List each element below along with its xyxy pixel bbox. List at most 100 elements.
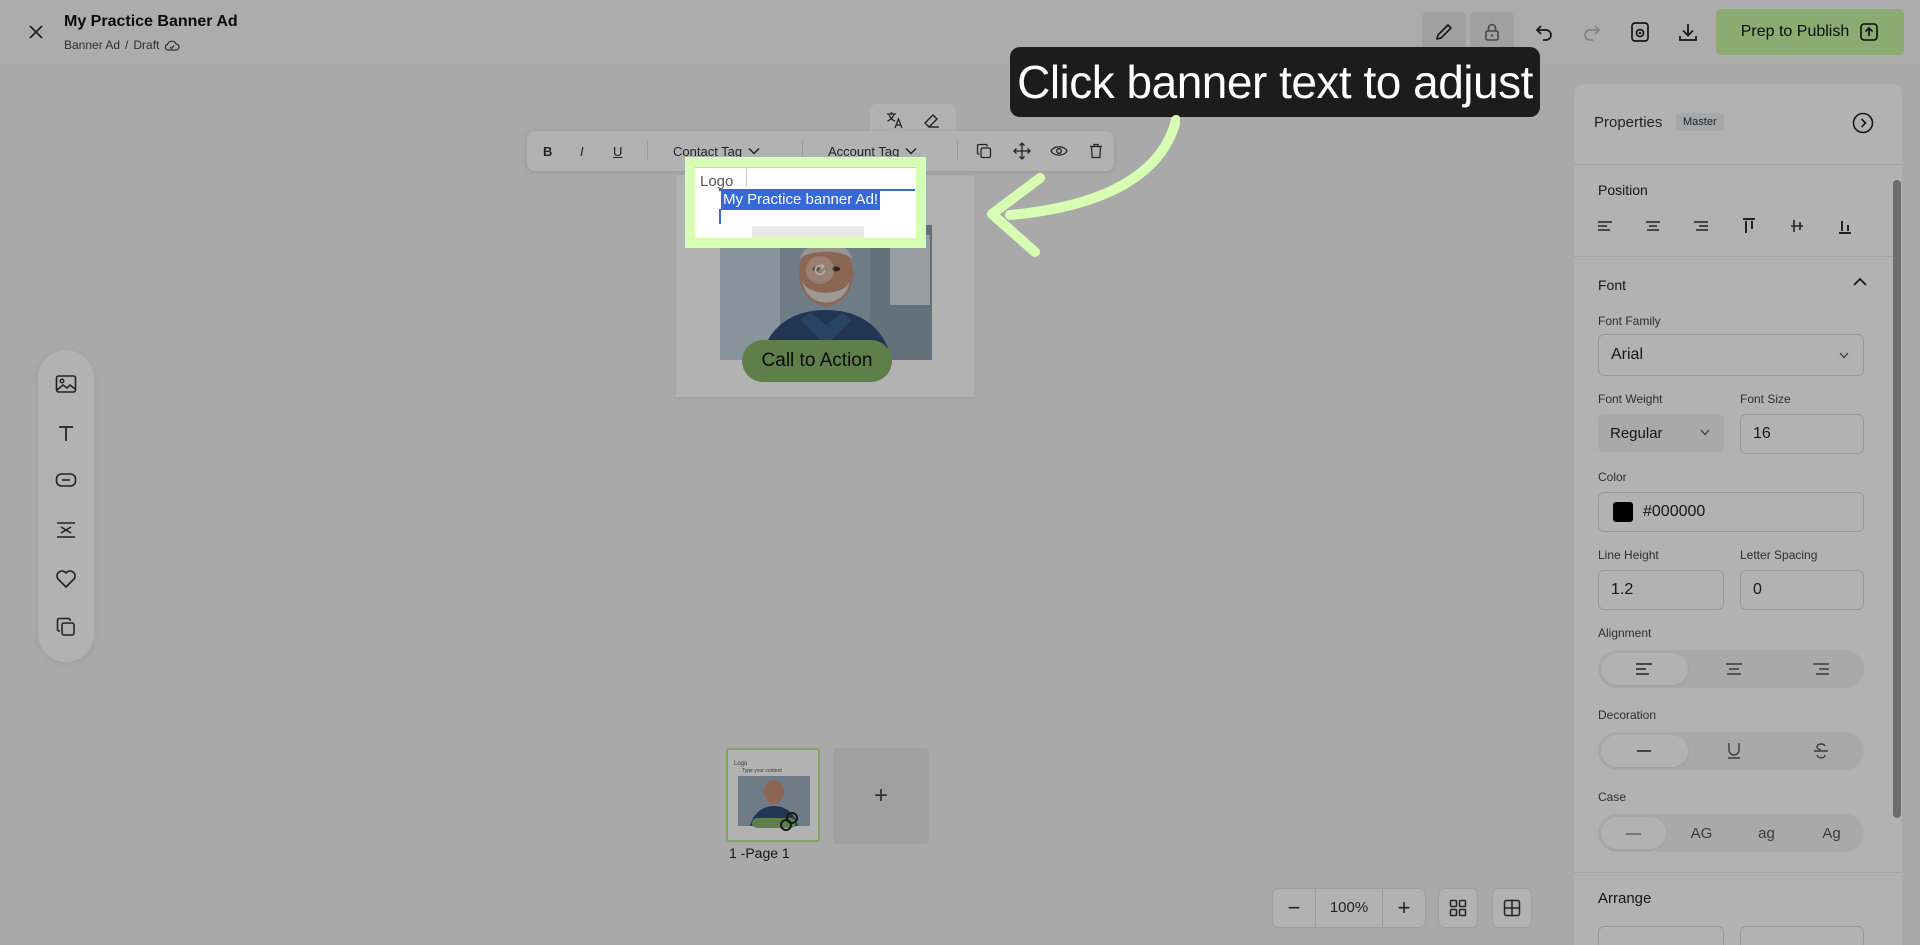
add-button-tool[interactable] (52, 466, 80, 494)
close-icon (29, 25, 43, 39)
color-input[interactable]: #000000 (1598, 492, 1864, 532)
align-top-icon[interactable] (1740, 218, 1758, 234)
chevron-down-icon (905, 147, 917, 155)
redo-icon (1584, 25, 1601, 41)
font-size-label: Font Size (1740, 392, 1791, 406)
case-lower[interactable]: ag (1734, 814, 1799, 852)
page-label: 1 -Page 1 (729, 845, 790, 861)
alignment-label: Alignment (1598, 626, 1652, 640)
text-align-center-icon (1726, 663, 1742, 675)
download-icon (1679, 24, 1697, 41)
text-align-center[interactable] (1691, 650, 1778, 688)
lock-icon (1485, 23, 1499, 41)
letter-spacing-label: Letter Spacing (1740, 548, 1818, 562)
case-upper[interactable]: AG (1669, 814, 1734, 852)
line-height-label: Line Height (1598, 548, 1659, 562)
font-section-label: Font (1598, 277, 1627, 293)
text-icon (59, 426, 73, 441)
preview-button[interactable] (1618, 12, 1662, 52)
decoration-none[interactable] (1601, 735, 1688, 767)
button-icon (55, 473, 77, 487)
banner-cta-button[interactable]: Call to Action (742, 340, 892, 382)
font-family-label: Font Family (1598, 314, 1661, 328)
grid-icon (1449, 899, 1467, 917)
layout-view-button[interactable] (1492, 888, 1532, 928)
heart-icon (56, 570, 76, 588)
undo-icon (1535, 25, 1552, 41)
align-bottom-icon[interactable] (1836, 218, 1854, 234)
zoom-control: − 100% + (1272, 888, 1426, 928)
translate-button[interactable] (886, 111, 904, 129)
text-align-left[interactable] (1601, 653, 1688, 685)
zoom-out-button[interactable]: − (1273, 889, 1315, 927)
add-page-button[interactable]: + (833, 748, 929, 844)
align-middle-icon[interactable] (1788, 218, 1806, 234)
arrange-label: Arrange (1598, 890, 1652, 907)
zoom-level[interactable]: 100% (1315, 889, 1383, 927)
properties-scrollbar[interactable] (1893, 180, 1901, 818)
underline-button[interactable]: U (613, 131, 622, 171)
decoration-strikethrough[interactable] (1777, 732, 1864, 770)
arrange-input-right[interactable] (1740, 926, 1864, 945)
strikethrough-icon (1813, 743, 1828, 759)
case-label: Case (1598, 790, 1627, 804)
align-right-icon[interactable] (1692, 218, 1710, 234)
clear-format-button[interactable] (923, 111, 941, 129)
text-align-right[interactable] (1777, 650, 1864, 688)
add-layers-tool[interactable] (52, 613, 80, 641)
letter-spacing-input[interactable]: 0 (1740, 570, 1864, 610)
dash-icon (1637, 750, 1652, 752)
case-none[interactable]: — (1601, 817, 1666, 849)
redo-button[interactable] (1570, 12, 1614, 52)
add-text-tool[interactable] (52, 419, 80, 447)
panel-divider (1574, 872, 1902, 873)
align-center-icon[interactable] (1644, 218, 1662, 234)
chevron-down-icon (1700, 429, 1710, 436)
underline-icon (1728, 743, 1740, 759)
zoom-in-button[interactable]: + (1383, 889, 1425, 927)
font-family-select[interactable]: Arial (1598, 334, 1864, 376)
download-button[interactable] (1666, 12, 1710, 52)
add-image-tool[interactable] (52, 370, 80, 398)
pencil-icon (1436, 24, 1452, 40)
font-size-input[interactable]: 16 (1740, 414, 1864, 454)
page-title: My Practice Banner Ad (64, 13, 238, 30)
translate-icon (887, 112, 903, 129)
close-button[interactable] (22, 20, 50, 44)
publish-icon (1860, 23, 1879, 41)
collapse-panel-button[interactable] (1852, 112, 1874, 134)
decoration-underline[interactable] (1691, 732, 1778, 770)
toolbar-divider (647, 141, 648, 161)
add-spacer-tool[interactable] (52, 516, 80, 544)
edit-mode-button[interactable] (1422, 12, 1466, 52)
callout-arrow-icon (987, 115, 1180, 257)
properties-panel: Properties Master Position Font Font Fam… (1574, 84, 1902, 945)
undo-button[interactable] (1522, 12, 1566, 52)
lock-button[interactable] (1470, 12, 1514, 52)
arrange-input-left[interactable] (1598, 926, 1724, 945)
image-icon (55, 375, 77, 393)
line-height-input[interactable]: 1.2 (1598, 570, 1724, 610)
color-swatch[interactable] (1613, 502, 1633, 522)
bold-button[interactable]: B (543, 131, 552, 171)
page-thumbnail[interactable]: Logo Type your content (726, 748, 820, 842)
breadcrumb-type[interactable]: Banner Ad (64, 38, 120, 52)
font-section-toggle[interactable] (1852, 277, 1868, 287)
align-left-icon[interactable] (1596, 218, 1614, 234)
grid-view-button[interactable] (1438, 888, 1478, 928)
font-weight-select[interactable]: Regular (1598, 414, 1724, 452)
case-title[interactable]: Ag (1799, 814, 1864, 852)
panel-divider (1574, 256, 1902, 257)
text-case-group: — AG ag Ag (1598, 814, 1864, 852)
element-tool-rail (38, 350, 94, 662)
spacer-icon (57, 522, 75, 538)
rotate-handle[interactable] (806, 256, 834, 284)
chevron-down-icon (1839, 352, 1849, 359)
rotate-icon (814, 263, 826, 276)
breadcrumb: Banner Ad / Draft (64, 38, 180, 52)
toolbar-divider (957, 141, 958, 161)
add-favorite-tool[interactable] (52, 565, 80, 593)
prep-to-publish-button[interactable]: Prep to Publish (1716, 9, 1904, 55)
italic-button[interactable]: I (580, 131, 584, 171)
decoration-label: Decoration (1598, 708, 1657, 722)
